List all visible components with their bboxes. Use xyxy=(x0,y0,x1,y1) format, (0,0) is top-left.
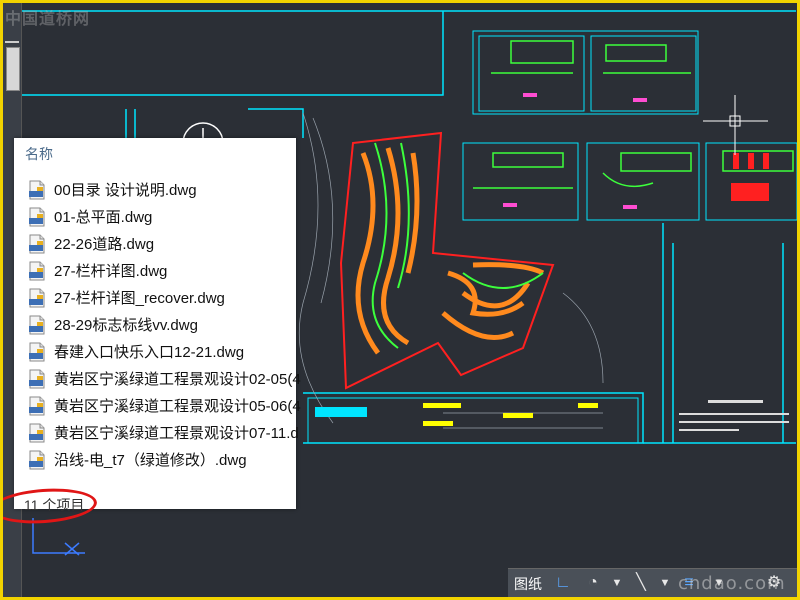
chevron-down-icon[interactable]: ▼ xyxy=(654,573,676,593)
paper-space-tab[interactable]: 图纸 xyxy=(514,574,542,594)
file-item[interactable]: 27-栏杆详图_recover.dwg xyxy=(27,284,302,311)
dwg-file-icon xyxy=(27,396,47,416)
file-item[interactable]: 28-29标志标线vv.dwg xyxy=(27,311,302,338)
file-name: 黄岩区宁溪绿道工程景观设计02-05(4 xyxy=(54,371,301,388)
scroll-thumb[interactable] xyxy=(6,47,20,91)
file-name: 00目录 设计说明.dwg xyxy=(54,182,197,199)
dwg-file-icon xyxy=(27,423,47,443)
file-name: 27-栏杆详图.dwg xyxy=(54,263,168,280)
file-item[interactable]: 春建入口快乐入口12-21.dwg xyxy=(27,338,302,365)
file-item[interactable]: 黄岩区宁溪绿道工程景观设计05-06(4 xyxy=(27,392,302,419)
dwg-file-icon xyxy=(27,369,47,389)
dwg-file-icon xyxy=(27,450,47,470)
cad-window: 中国道桥网 名称 00目录 设计说明.dwg 01-总平面.dwg 22-26道路.… xyxy=(3,3,797,597)
file-item[interactable]: 00目录 设计说明.dwg xyxy=(27,176,302,203)
file-name: 黄岩区宁溪绿道工程景观设计05-06(4 xyxy=(54,398,301,415)
dwg-file-icon xyxy=(27,234,47,254)
dwg-file-icon xyxy=(27,342,47,362)
dwg-file-icon xyxy=(27,315,47,335)
file-item[interactable]: 01-总平面.dwg xyxy=(27,203,302,230)
file-item[interactable]: 沿线-电_t7（绿道修改）.dwg xyxy=(27,446,302,473)
ortho-icon[interactable]: ╲ xyxy=(630,573,652,593)
file-item[interactable]: 黄岩区宁溪绿道工程景观设计07-11.d xyxy=(27,419,302,446)
file-item[interactable]: 27-栏杆详图.dwg xyxy=(27,257,302,284)
chevron-down-icon[interactable]: ▼ xyxy=(606,573,628,593)
file-name: 22-26道路.dwg xyxy=(54,236,155,253)
watermark-bottom: cndao.com xyxy=(678,573,786,594)
dwg-file-icon xyxy=(27,261,47,281)
dwg-file-icon xyxy=(27,288,47,308)
file-name: 28-29标志标线vv.dwg xyxy=(54,317,198,334)
file-name: 01-总平面.dwg xyxy=(54,209,153,226)
file-item[interactable]: 22-26道路.dwg xyxy=(27,230,302,257)
watermark-text: 中国道桥网 xyxy=(5,9,91,28)
file-name: 春建入口快乐入口12-21.dwg xyxy=(54,344,245,361)
file-list: 00目录 设计说明.dwg 01-总平面.dwg 22-26道路.dwg 27-栏杆详… xyxy=(27,176,302,473)
snap-angle-icon[interactable]: ∟ xyxy=(552,573,574,593)
file-name: 黄岩区宁溪绿道工程景观设计07-11.d xyxy=(54,425,299,442)
file-explorer-panel: 名称 00目录 设计说明.dwg 01-总平面.dwg 22-26道路.dwg 27-… xyxy=(14,138,301,513)
dwg-file-icon xyxy=(27,180,47,200)
dwg-file-icon xyxy=(27,207,47,227)
scroll-cap xyxy=(5,41,19,43)
file-name: 27-栏杆详图_recover.dwg xyxy=(54,290,225,307)
file-item[interactable]: 黄岩区宁溪绿道工程景观设计02-05(4 xyxy=(27,365,302,392)
column-header-name[interactable]: 名称 xyxy=(25,144,53,164)
polar-tracking-icon[interactable]: ◔ xyxy=(582,573,604,593)
file-name: 沿线-电_t7（绿道修改）.dwg xyxy=(54,452,247,469)
